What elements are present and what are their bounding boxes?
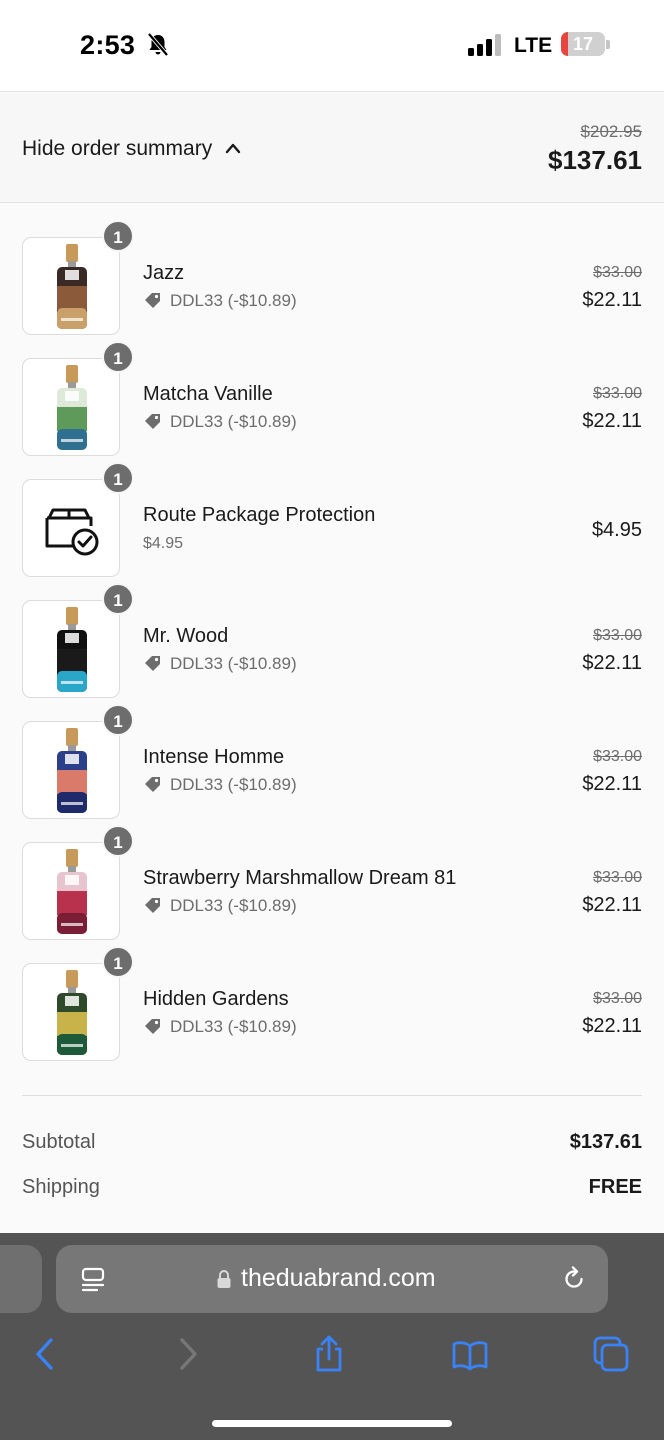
tag-icon xyxy=(145,293,160,308)
perfume-bottle-image xyxy=(57,970,87,1055)
item-name: Intense Homme xyxy=(143,746,285,768)
line-item: 1 Jazz DDL33 (-$10.89) $33.00 $22.11 xyxy=(0,220,664,347)
order-total: $137.61 xyxy=(548,145,642,175)
discount-code: DDL33 (-$10.89) xyxy=(170,291,297,310)
tag-icon xyxy=(145,777,160,792)
forward-icon[interactable] xyxy=(169,1334,207,1374)
item-price: $22.11 xyxy=(582,410,642,432)
home-indicator xyxy=(212,1420,452,1427)
item-price: $22.11 xyxy=(582,289,642,311)
item-price: $22.11 xyxy=(582,652,642,674)
perfume-bottle-image xyxy=(57,607,87,692)
discount-code: DDL33 (-$10.89) xyxy=(170,1017,297,1036)
url-text[interactable]: theduabrand.com xyxy=(241,1264,436,1293)
tag-icon xyxy=(145,898,160,913)
item-name: Matcha Vanille xyxy=(143,383,273,405)
perfume-bottle-image xyxy=(57,365,87,450)
item-original-price: $33.00 xyxy=(593,264,642,281)
item-original-price: $33.00 xyxy=(593,869,642,886)
bookmarks-icon[interactable] xyxy=(451,1334,489,1374)
line-item: 1 Hidden Gardens DDL33 (-$10.89) $33.00 … xyxy=(0,946,664,1073)
battery-icon: 17 xyxy=(561,32,605,56)
original-total: $202.95 xyxy=(580,122,642,141)
item-original-price: $33.00 xyxy=(593,748,642,765)
line-item: 1 Route Package Protection $4.95 $4.95 xyxy=(0,462,664,589)
item-original-price: $33.00 xyxy=(593,627,642,644)
item-discount: DDL33 (-$10.89) xyxy=(143,896,297,916)
perfume-bottle-image xyxy=(57,244,87,329)
signal-icon xyxy=(468,34,501,56)
quantity-badge: 1 xyxy=(102,220,134,252)
shipping-value: FREE xyxy=(588,1176,642,1198)
item-discount: DDL33 (-$10.89) xyxy=(143,654,297,674)
perfume-bottle-image xyxy=(57,849,87,934)
chevron-up-icon[interactable] xyxy=(224,140,242,156)
line-item: 1 Mr. Wood DDL33 (-$10.89) $33.00 $22.11 xyxy=(0,583,664,710)
product-thumbnail xyxy=(22,358,120,456)
subtotal-label: Subtotal xyxy=(22,1131,96,1153)
tabs-icon[interactable] xyxy=(592,1334,630,1374)
line-item: 1 Intense Homme DDL33 (-$10.89) $33.00 $… xyxy=(0,704,664,831)
discount-code: DDL33 (-$10.89) xyxy=(170,775,297,794)
subtotal-value: $137.61 xyxy=(569,1131,642,1153)
product-thumbnail xyxy=(22,963,120,1061)
item-discount: DDL33 (-$10.89) xyxy=(143,412,297,432)
battery-tip xyxy=(606,40,610,49)
shipping-label: Shipping xyxy=(22,1176,100,1198)
quantity-badge: 1 xyxy=(102,583,134,615)
previous-tab-peek[interactable] xyxy=(0,1245,42,1313)
product-thumbnail xyxy=(22,842,120,940)
item-name: Route Package Protection xyxy=(143,504,376,526)
item-discount: DDL33 (-$10.89) xyxy=(143,775,297,795)
quantity-badge: 1 xyxy=(102,462,134,494)
battery-level: 17 xyxy=(572,34,594,54)
reload-icon[interactable] xyxy=(561,1265,587,1293)
item-subtitle: $4.95 xyxy=(143,535,184,552)
tag-icon xyxy=(145,1019,160,1034)
package-protection-icon xyxy=(45,508,99,556)
perfume-bottle-image xyxy=(57,728,87,813)
item-name: Jazz xyxy=(143,262,185,284)
product-thumbnail xyxy=(22,600,120,698)
item-price: $4.95 xyxy=(591,519,642,541)
lock-icon xyxy=(217,1270,231,1288)
item-name: Strawberry Marshmallow Dream 81 xyxy=(143,867,457,889)
network-label: LTE xyxy=(514,34,553,57)
discount-code: DDL33 (-$10.89) xyxy=(170,896,297,915)
item-original-price: $33.00 xyxy=(593,990,642,1007)
item-price: $22.11 xyxy=(582,773,642,795)
item-price: $22.11 xyxy=(582,1015,642,1037)
product-thumbnail xyxy=(22,237,120,335)
quantity-badge: 1 xyxy=(102,946,134,978)
line-item: 1 Strawberry Marshmallow Dream 81 DDL33 … xyxy=(0,825,664,952)
discount-code: DDL33 (-$10.89) xyxy=(170,654,297,673)
tag-icon xyxy=(145,656,160,671)
quantity-badge: 1 xyxy=(102,825,134,857)
hide-order-summary-label[interactable]: Hide order summary xyxy=(22,137,212,161)
product-thumbnail xyxy=(22,479,120,577)
status-time: 2:53 xyxy=(80,30,136,60)
totals-divider xyxy=(22,1095,642,1096)
item-discount: DDL33 (-$10.89) xyxy=(143,291,297,311)
item-price: $22.11 xyxy=(582,894,642,916)
item-name: Hidden Gardens xyxy=(143,988,289,1010)
share-icon[interactable] xyxy=(310,1334,348,1374)
quantity-badge: 1 xyxy=(102,704,134,736)
reader-icon[interactable] xyxy=(80,1266,106,1294)
bell-muted-icon xyxy=(147,32,169,57)
item-original-price: $33.00 xyxy=(593,385,642,402)
item-discount: DDL33 (-$10.89) xyxy=(143,1017,297,1037)
product-thumbnail xyxy=(22,721,120,819)
status-bar: 2:53 LTE 17 xyxy=(0,0,664,92)
quantity-badge: 1 xyxy=(102,341,134,373)
item-name: Mr. Wood xyxy=(143,625,229,647)
line-item: 1 Matcha Vanille DDL33 (-$10.89) $33.00 … xyxy=(0,341,664,468)
back-icon[interactable] xyxy=(26,1334,64,1374)
discount-code: DDL33 (-$10.89) xyxy=(170,412,297,431)
tag-icon xyxy=(145,414,160,429)
